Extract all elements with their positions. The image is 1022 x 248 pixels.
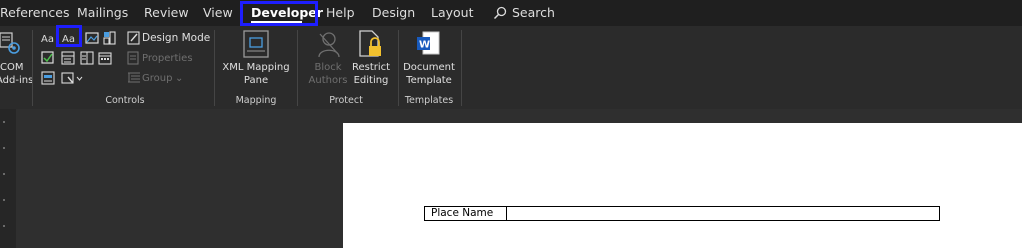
block-authors-button: Block Authors — [305, 62, 351, 87]
block-authors-label-line2: Authors — [308, 74, 348, 86]
group-separator — [297, 30, 298, 106]
group-button: Group — [142, 73, 173, 84]
group-separator — [398, 30, 399, 106]
xml-mapping-label-line2: Pane — [243, 74, 269, 86]
group-separator — [214, 30, 215, 106]
ruler-tick — [3, 199, 5, 201]
combo-box-control-icon[interactable] — [61, 51, 75, 65]
restrict-editing-icon[interactable] — [358, 30, 384, 58]
xml-mapping-icon[interactable] — [243, 30, 269, 58]
document-page[interactable] — [343, 123, 1022, 248]
active-tab-underline — [251, 21, 302, 23]
restrict-editing-label-line1: Restrict — [351, 62, 391, 73]
group-dropdown-chevron-icon: ⌄ — [175, 73, 184, 84]
tab-view[interactable]: View — [203, 0, 233, 26]
ruler-tick — [3, 173, 5, 175]
date-picker-control-icon[interactable] — [98, 51, 112, 65]
building-block-control-icon[interactable] — [103, 31, 117, 45]
com-addins-icon[interactable] — [0, 31, 22, 57]
properties-button: Properties — [142, 53, 193, 64]
block-authors-icon — [318, 32, 340, 58]
ruler-tick — [3, 121, 5, 123]
table-cell-label[interactable]: Place Name — [425, 207, 507, 220]
document-template-label-line1: Document — [403, 62, 455, 73]
xml-mapping-pane-button[interactable]: XML Mapping Pane — [219, 62, 293, 87]
search-label[interactable]: Search — [512, 0, 555, 26]
tab-review[interactable]: Review — [144, 0, 189, 26]
ribbon-tab-bar: References Mailings Review View Develope… — [0, 0, 1022, 26]
templates-group-label: Templates — [404, 95, 454, 106]
legacy-tools-icon[interactable] — [61, 71, 83, 85]
word-document-icon[interactable]: W — [416, 31, 440, 57]
protect-group-label: Protect — [329, 95, 363, 106]
com-addins-label-line1: COM — [0, 62, 24, 73]
ruler-tick — [3, 147, 5, 149]
design-mode-icon[interactable] — [127, 31, 141, 45]
tab-references[interactable]: References — [0, 0, 69, 26]
rich-text-control-icon[interactable]: Aa — [41, 31, 55, 45]
group-separator — [461, 30, 462, 106]
mapping-group-label: Mapping — [235, 95, 277, 106]
plain-text-control-highlight-box — [56, 25, 82, 47]
legacy-form-icon[interactable] — [41, 71, 55, 85]
group-separator — [32, 30, 33, 106]
ruler-tick — [3, 225, 5, 227]
tab-design[interactable]: Design — [372, 0, 415, 26]
design-mode-button[interactable]: Design Mode — [142, 32, 210, 45]
com-addins-button[interactable]: COM Add-ins — [0, 62, 34, 87]
restrict-editing-button[interactable]: Restrict Editing — [349, 62, 393, 87]
svg-text:Aa: Aa — [41, 34, 54, 45]
group-icon — [128, 72, 140, 83]
controls-group-label: Controls — [105, 95, 145, 106]
restrict-editing-label-line2: Editing — [353, 74, 389, 86]
document-template-label-line2: Template — [406, 74, 452, 86]
document-table: Place Name — [424, 206, 940, 221]
xml-mapping-label-line1: XML Mapping — [222, 62, 290, 73]
block-authors-label-line1: Block — [314, 62, 342, 73]
com-addins-label-line2: Add-ins — [0, 74, 34, 86]
properties-icon — [127, 51, 139, 65]
document-template-button[interactable]: Document Template — [402, 62, 456, 87]
vertical-ruler — [0, 109, 16, 248]
table-cell-value[interactable] — [507, 207, 939, 220]
svg-text:W: W — [419, 40, 430, 51]
dropdown-control-icon[interactable] — [80, 51, 94, 65]
tab-layout[interactable]: Layout — [431, 0, 474, 26]
picture-control-icon[interactable] — [85, 31, 99, 45]
search-icon[interactable] — [493, 6, 507, 20]
tab-help[interactable]: Help — [326, 0, 355, 26]
checkbox-control-icon[interactable] — [41, 51, 55, 65]
tab-mailings[interactable]: Mailings — [77, 0, 128, 26]
